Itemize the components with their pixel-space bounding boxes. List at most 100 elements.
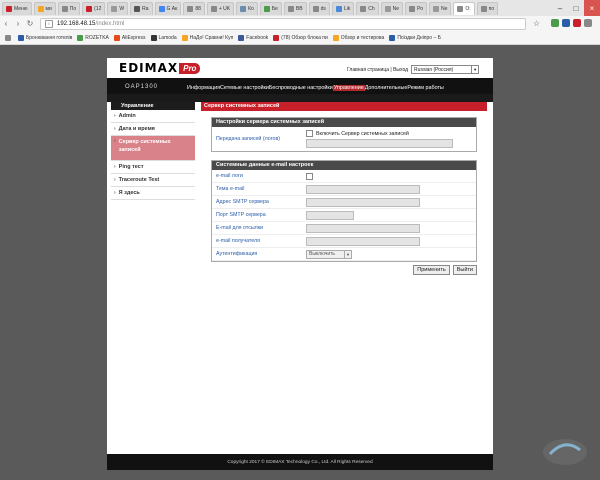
menu-item[interactable]: Информация: [187, 85, 220, 91]
info-icon[interactable]: i: [45, 19, 53, 28]
sidebar-item[interactable]: › Ping тест: [111, 161, 195, 174]
logout-link[interactable]: Выход: [393, 67, 408, 73]
browser-tab[interactable]: G Ак: [154, 1, 182, 15]
email-input[interactable]: [306, 197, 420, 207]
reload-icon[interactable]: ↻: [24, 19, 36, 28]
browser-tab[interactable]: По: [57, 1, 81, 15]
maximize-icon[interactable]: □: [568, 0, 584, 16]
bookmark-label: Поїздки Дніпро – Б: [397, 34, 441, 41]
email-input[interactable]: [306, 236, 420, 246]
browser-tab[interactable]: Ch: [356, 1, 379, 15]
browser-tab[interactable]: 88: [183, 1, 205, 15]
browser-tab[interactable]: O:: [453, 1, 475, 15]
back-icon[interactable]: ‹: [0, 19, 12, 28]
browser-tab[interactable]: W: [107, 1, 129, 15]
tab-label: Бе: [271, 5, 278, 12]
bookmark-item[interactable]: (78) Обзор блока пи: [273, 34, 328, 41]
tab-favicon-icon: [187, 5, 194, 12]
bookmark-item[interactable]: Facebook: [238, 34, 269, 41]
sidebar-item[interactable]: › Дата и время: [111, 123, 195, 136]
menu-item[interactable]: Сетевые настройки: [220, 85, 269, 91]
bookmark-star-icon[interactable]: ☆: [533, 19, 540, 28]
forward-icon[interactable]: ›: [12, 19, 24, 28]
minimize-icon[interactable]: –: [552, 0, 568, 16]
bookmark-label: Обзор и тестирова: [340, 34, 385, 41]
url-field[interactable]: i 192.168.48.15/index.html: [40, 17, 526, 30]
close-icon[interactable]: ×: [584, 0, 600, 16]
auth-select[interactable]: Выключить ▼: [306, 249, 352, 259]
extension-icon[interactable]: [562, 19, 570, 27]
panel-title: Сервер системных записей: [201, 102, 487, 111]
language-select[interactable]: Russian (Россия) ▼: [411, 65, 480, 74]
extension-icon[interactable]: [551, 19, 559, 27]
menu-item[interactable]: Режим работы: [407, 85, 443, 91]
email-row-value: [306, 172, 476, 180]
cancel-button[interactable]: Выйти: [452, 265, 477, 275]
home-link[interactable]: Главная страница: [347, 67, 389, 73]
browser-tab[interactable]: Ne: [428, 1, 452, 15]
browser-tab[interactable]: Lik: [331, 1, 355, 15]
email-input[interactable]: [306, 223, 420, 233]
browser-tab[interactable]: ВВ: [283, 1, 307, 15]
bookmark-label: ROZETKA: [85, 34, 109, 41]
sidebar-item[interactable]: › Я здесь: [111, 187, 195, 200]
email-input[interactable]: [306, 210, 354, 220]
browser-tab[interactable]: (12: [82, 1, 106, 15]
menu-item[interactable]: Беспроводные настройки: [269, 85, 333, 91]
bookmark-favicon-icon: [181, 34, 188, 41]
email-row-label: Адрес SMTP сервера: [216, 199, 269, 205]
bookmark-favicon-icon: [332, 34, 339, 41]
extension-icon[interactable]: [573, 19, 581, 27]
bookmark-label: Facebook: [246, 34, 269, 41]
bookmark-favicon-icon: [150, 34, 157, 41]
sidebar-item-label: Admin: [118, 113, 136, 119]
email-row-label: Тема e-mail: [216, 186, 245, 192]
bookmark-item[interactable]: AliExpress: [113, 34, 146, 41]
email-input[interactable]: [306, 184, 420, 194]
extensions: [551, 19, 592, 27]
browser-tab[interactable]: Ne: [380, 1, 404, 15]
bookmark-item[interactable]: ROZETKA: [77, 34, 109, 41]
sidebar-item[interactable]: › Сервер системных записей: [111, 136, 195, 161]
tab-label: ми: [45, 5, 52, 12]
browser-tab[interactable]: по: [476, 1, 499, 15]
browser-tab[interactable]: Ро: [405, 1, 427, 15]
router-admin-page: EDIMAX Pro Главная страница | Выход Russi…: [107, 58, 493, 470]
sidebar-item[interactable]: › Traceroute Test: [111, 174, 195, 187]
browser-tab[interactable]: ми: [33, 1, 56, 15]
bookmark-item[interactable]: Бронювання готелів: [18, 34, 72, 41]
syslog-row: Передача записей (логов) Включить Сервер…: [212, 127, 476, 151]
tab-label: Ra: [142, 5, 149, 12]
apps-icon[interactable]: [5, 34, 13, 41]
bookmark-item[interactable]: Обзор и тестирова: [332, 34, 385, 41]
apply-button[interactable]: Применить: [413, 265, 450, 275]
url-host: 192.168.48.15: [57, 20, 96, 27]
logo-suffix: Pro: [179, 62, 201, 74]
email-logs-checkbox[interactable]: [306, 172, 313, 180]
bookmark-item[interactable]: НаДо! Сравни! Куп: [181, 34, 233, 41]
chevron-right-icon: ›: [114, 113, 116, 119]
link-separator: |: [390, 66, 392, 73]
bookmark-item[interactable]: Lamoda: [150, 34, 177, 41]
syslog-panel: Сервер системных записей Настройки серве…: [201, 102, 487, 275]
browser-tab[interactable]: Ко: [236, 1, 258, 15]
menu-item[interactable]: Дополнительные: [365, 85, 408, 91]
email-row-value: [306, 210, 476, 220]
syslog-row-value: Включить Сервер системных записей: [306, 130, 476, 148]
browser-tab[interactable]: Бе: [259, 1, 282, 15]
browser-tab[interactable]: Меню: [2, 1, 32, 15]
browser-tab[interactable]: Ra: [130, 1, 153, 15]
menu-icon[interactable]: [584, 19, 592, 27]
syslog-server-input[interactable]: [306, 139, 453, 148]
sidebar-item[interactable]: › Admin: [111, 110, 195, 123]
edimax-logo: EDIMAX Pro: [119, 61, 201, 75]
browser-tab[interactable]: + UK: [206, 1, 235, 15]
browser-tab[interactable]: ds: [308, 1, 330, 15]
syslog-enable-checkbox[interactable]: [306, 130, 313, 137]
tab-label: Ne: [440, 5, 448, 12]
bookmark-item[interactable]: Поїздки Дніпро – Б: [389, 34, 441, 41]
menu-item[interactable]: Управление: [332, 85, 365, 91]
chevron-right-icon: ›: [114, 164, 116, 170]
syslog-enable: Включить Сервер системных записей: [306, 130, 409, 137]
tab-favicon-icon: [6, 5, 12, 12]
